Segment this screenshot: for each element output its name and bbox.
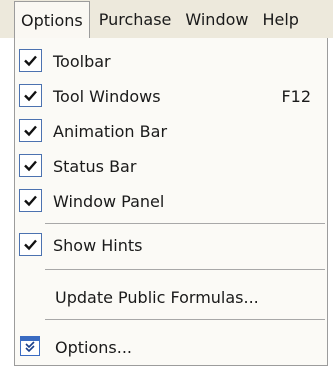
checkmark-icon — [19, 119, 42, 142]
menu-item-label: Tool Windows — [53, 87, 161, 106]
menu-purchase[interactable]: Purchase — [94, 0, 177, 38]
menu-bar: Options Purchase Window Help — [0, 0, 333, 38]
menu-purchase-label: Purchase — [98, 9, 172, 29]
menu-item-label: Status Bar — [53, 157, 137, 176]
menu-item-toolbar[interactable]: Toolbar — [15, 46, 327, 76]
menu-item-label: Show Hints — [53, 236, 143, 255]
checkmark-icon — [19, 49, 42, 72]
checkmark-icon — [19, 233, 42, 256]
menu-item-label: Update Public Formulas... — [55, 288, 259, 307]
menu-item-status-bar[interactable]: Status Bar — [15, 151, 327, 181]
menu-item-options[interactable]: Options... — [15, 332, 327, 362]
menu-item-tool-windows[interactable]: Tool Windows F12 — [15, 81, 327, 111]
menu-options[interactable]: Options — [14, 1, 90, 38]
checkmark-icon — [19, 154, 42, 177]
menu-options-label: Options — [21, 11, 83, 30]
checkmark-icon — [19, 189, 42, 212]
checkmark-icon — [19, 84, 42, 107]
menu-separator — [45, 269, 325, 270]
menu-item-update-public-formulas[interactable]: Update Public Formulas... — [15, 282, 327, 312]
menu-item-show-hints[interactable]: Show Hints — [15, 230, 327, 260]
menu-help[interactable]: Help — [257, 0, 303, 38]
options-dropdown-menu: Toolbar Tool Windows F12 Animation Bar S… — [14, 38, 328, 366]
menu-item-animation-bar[interactable]: Animation Bar — [15, 116, 327, 146]
menu-item-label: Options... — [55, 338, 132, 357]
shortcut-label: F12 — [281, 87, 311, 106]
menu-item-label: Window Panel — [53, 192, 165, 211]
menu-separator — [45, 319, 325, 320]
menu-item-label: Toolbar — [53, 52, 111, 71]
menu-help-label: Help — [262, 9, 299, 29]
menu-item-window-panel[interactable]: Window Panel — [15, 186, 327, 216]
menu-item-label: Animation Bar — [53, 122, 168, 141]
menu-window-label: Window — [185, 9, 249, 29]
menu-separator — [45, 223, 325, 224]
menu-window[interactable]: Window — [180, 0, 253, 38]
options-window-icon — [20, 336, 40, 356]
